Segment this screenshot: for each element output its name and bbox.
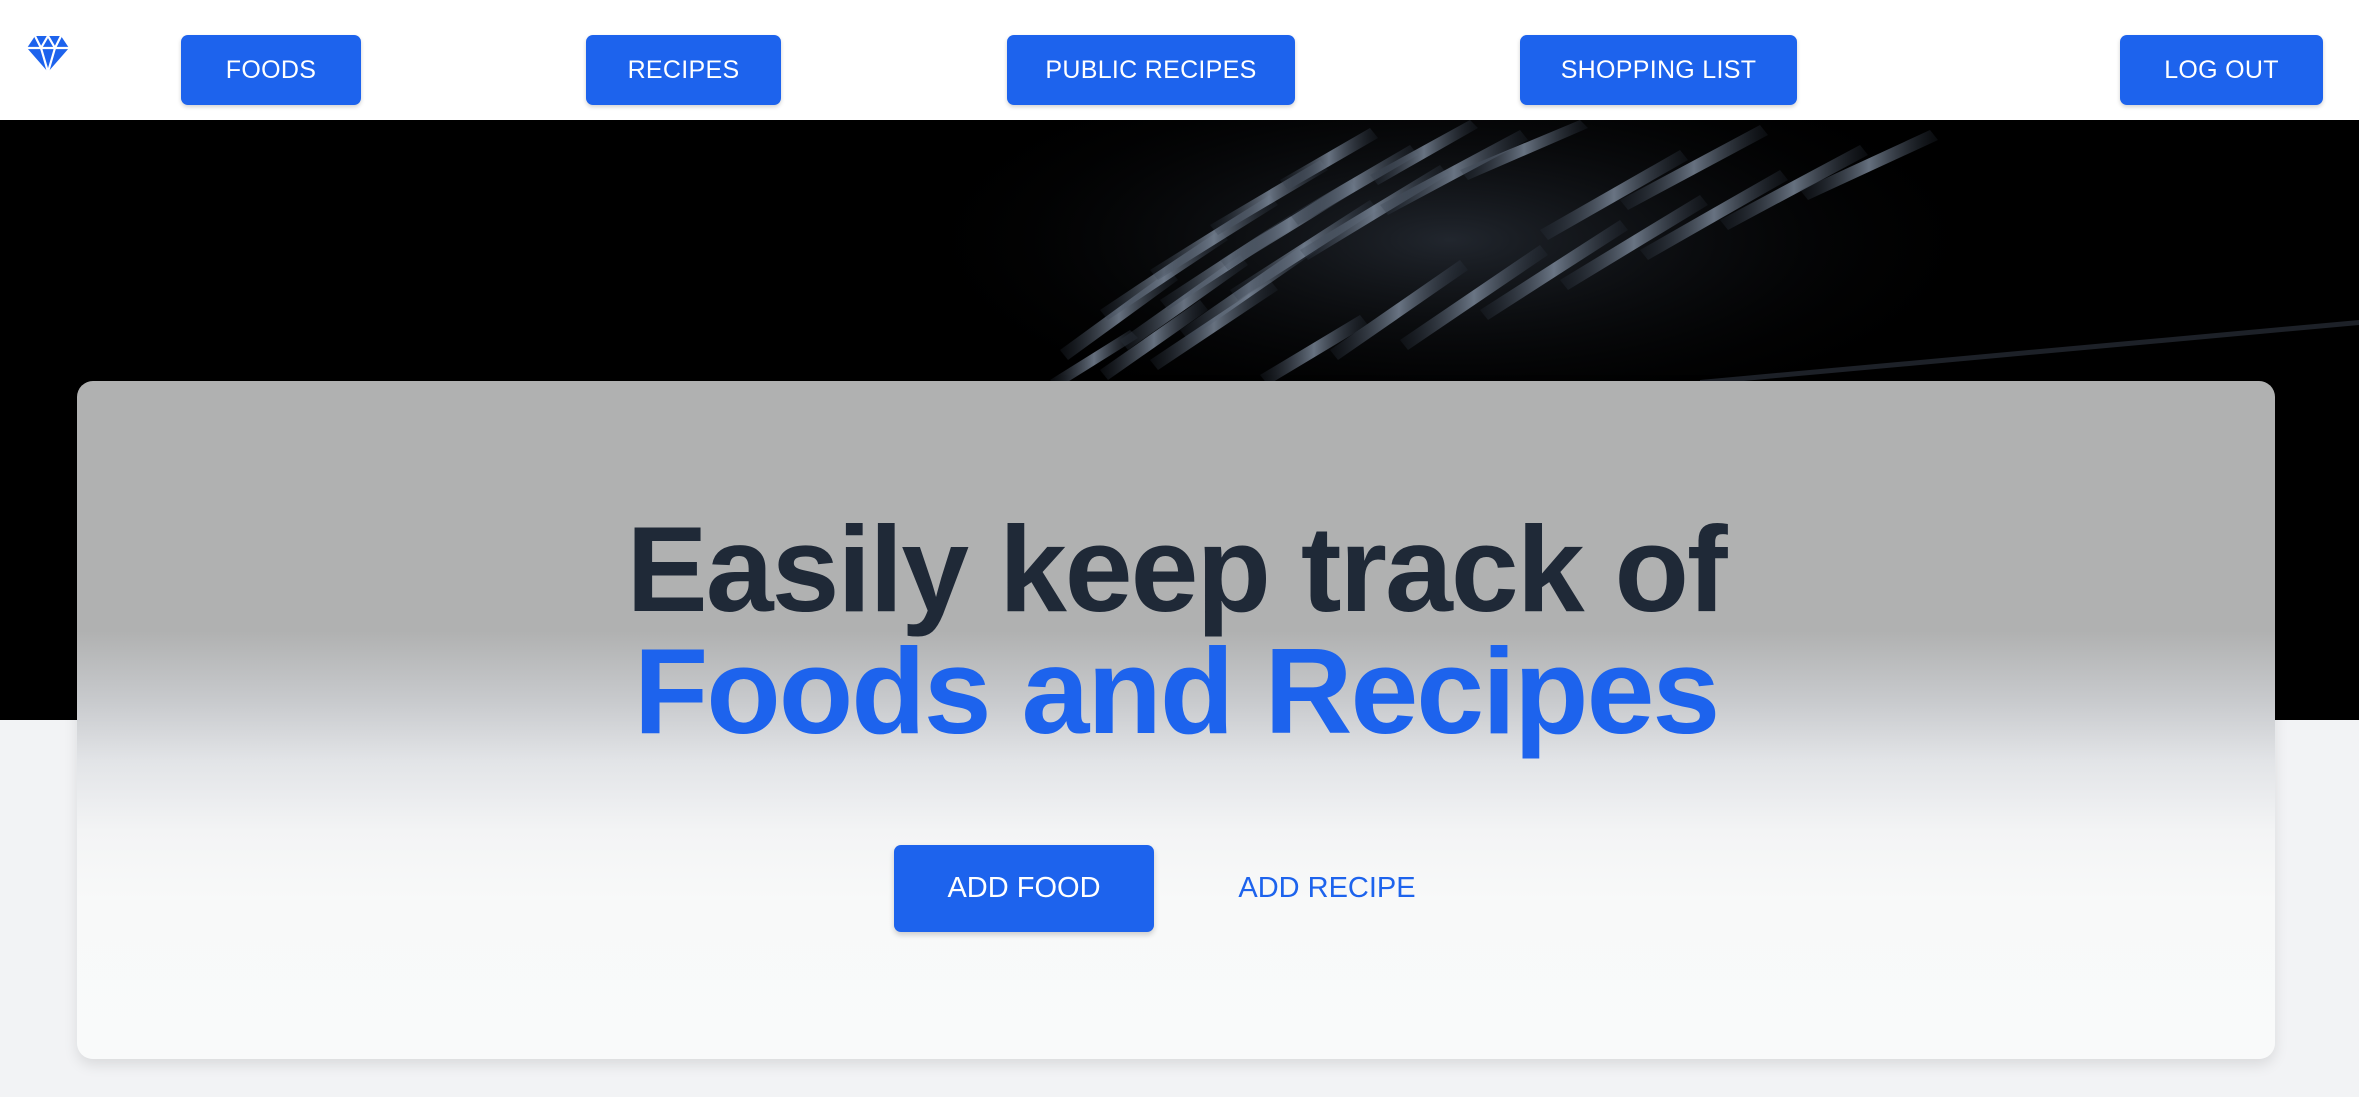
headline-line-2: Foods and Recipes xyxy=(633,623,1721,759)
add-recipe-link[interactable]: ADD RECIPE xyxy=(1227,845,1427,932)
headline-line-1: Easily keep track of xyxy=(626,501,1727,637)
nav-public-recipes-button[interactable]: PUBLIC RECIPES xyxy=(1007,35,1295,105)
top-navbar: FOODS RECIPES PUBLIC RECIPES SHOPPING LI… xyxy=(0,0,2359,120)
nav-shopping-list-button[interactable]: SHOPPING LIST xyxy=(1520,35,1797,105)
nav-foods-button[interactable]: FOODS xyxy=(181,35,361,105)
hero-card: Easily keep track of Foods and Recipes A… xyxy=(77,381,2275,1059)
diamond-icon[interactable] xyxy=(26,33,70,76)
logout-button[interactable]: LOG OUT xyxy=(2120,35,2323,105)
nav-recipes-button[interactable]: RECIPES xyxy=(586,35,781,105)
add-food-button[interactable]: ADD FOOD xyxy=(894,845,1154,932)
